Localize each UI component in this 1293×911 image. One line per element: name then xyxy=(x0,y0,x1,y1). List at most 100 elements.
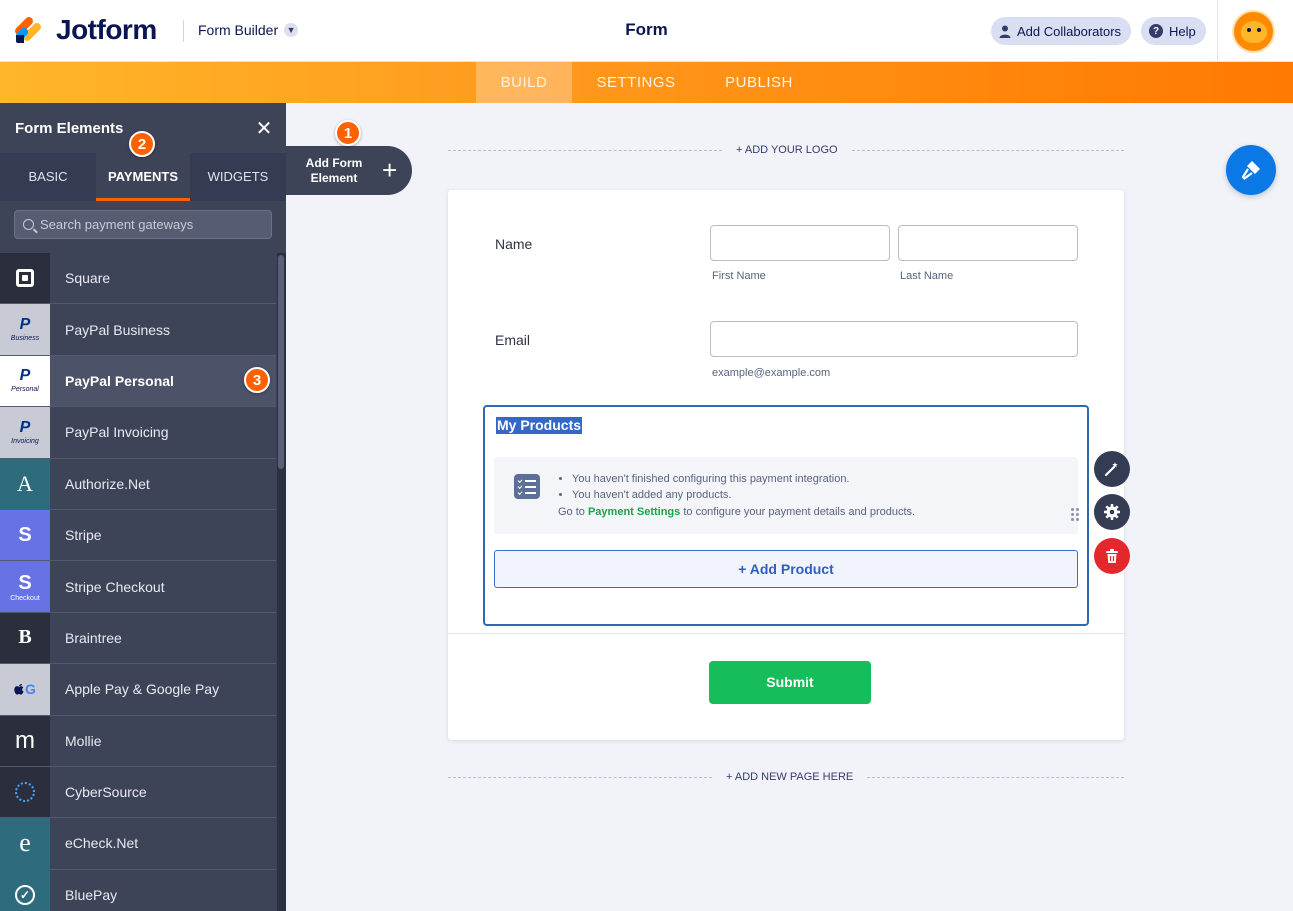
email-label: Email xyxy=(495,332,531,348)
delete-button[interactable] xyxy=(1094,538,1130,574)
avatar-cat-icon xyxy=(1240,20,1267,43)
gateway-label: Mollie xyxy=(65,732,102,749)
gateway-item-cybersource[interactable]: CyberSource xyxy=(0,766,276,819)
gateway-label: eCheck.Net xyxy=(65,835,139,852)
builder-tabbar: BUILD SETTINGS PUBLISH xyxy=(0,62,1293,103)
gateway-item-apple-google-pay[interactable]: G Apple Pay & Google Pay xyxy=(0,664,276,716)
search-input[interactable] xyxy=(40,217,260,232)
brand-name: Jotform xyxy=(56,14,157,45)
close-icon[interactable]: ✕ xyxy=(255,116,273,141)
mollie-icon: m xyxy=(0,715,50,766)
last-name-input[interactable] xyxy=(898,225,1078,261)
gateway-list: Square P Business PayPal Business P Person… xyxy=(0,253,276,911)
gateway-item-stripe-checkout[interactable]: S Checkout Stripe Checkout xyxy=(0,561,276,613)
tab-settings[interactable]: SETTINGS xyxy=(586,62,686,103)
gateway-item-echeck-net[interactable]: e eCheck.Net xyxy=(0,818,276,870)
authorize-net-icon: A xyxy=(0,458,50,509)
tab-build[interactable]: BUILD xyxy=(476,62,572,103)
add-product-button[interactable]: + Add Product xyxy=(494,550,1078,588)
email-sublabel: example@example.com xyxy=(712,367,831,379)
dashed-line xyxy=(867,776,1124,778)
dashed-line xyxy=(448,149,722,151)
products-field[interactable]: My Products You haven't finished configu… xyxy=(483,405,1089,626)
jotform-logo-icon xyxy=(13,15,44,45)
gateway-item-authorize-net[interactable]: A Authorize.Net xyxy=(0,458,276,510)
notice-item: You haven't finished configuring this pa… xyxy=(572,471,850,487)
wand-button[interactable] xyxy=(1094,451,1130,487)
payment-notice: You haven't finished configuring this pa… xyxy=(494,457,1078,534)
add-form-element-button[interactable]: Add Form Element + xyxy=(286,146,412,195)
paint-roller-icon xyxy=(1241,161,1260,180)
echeck-icon: e xyxy=(0,818,50,869)
first-name-input[interactable] xyxy=(710,225,890,261)
gateway-item-mollie[interactable]: m Mollie xyxy=(0,715,276,767)
dashed-line xyxy=(851,149,1124,151)
bluepay-icon: ✓ xyxy=(0,869,50,911)
add-page-link[interactable]: + ADD NEW PAGE HERE xyxy=(726,771,853,783)
email-field[interactable] xyxy=(710,321,1078,357)
trash-icon xyxy=(1106,549,1118,563)
paypal-icon: P Invoicing xyxy=(0,407,50,458)
help-label: Help xyxy=(1169,23,1196,39)
gateway-label: Stripe xyxy=(65,527,102,544)
add-page-row[interactable]: + ADD NEW PAGE HERE xyxy=(448,771,1124,783)
form-elements-panel: Form Elements ✕ BASIC PAYMENTS WIDGETS S… xyxy=(0,103,286,911)
help-button[interactable]: ? Help xyxy=(1141,17,1206,45)
submit-button[interactable]: Submit xyxy=(709,661,871,704)
drag-handle-icon[interactable] xyxy=(1071,508,1079,522)
jotform-logo[interactable]: Jotform xyxy=(13,14,157,46)
add-collaborators-button[interactable]: Add Collaborators xyxy=(991,17,1132,45)
gateway-label: Square xyxy=(65,270,111,287)
last-name-sublabel: Last Name xyxy=(900,270,954,282)
form-designer-button[interactable] xyxy=(1226,145,1276,195)
form-builder-dropdown[interactable]: Form Builder ▼ xyxy=(198,22,299,38)
gateway-item-bluepay[interactable]: ✓ BluePay xyxy=(0,869,276,911)
search-area xyxy=(0,201,286,253)
tab-widgets[interactable]: WIDGETS xyxy=(190,153,286,201)
gateway-item-paypal-business[interactable]: P Business PayPal Business xyxy=(0,304,276,356)
stripe-icon: S xyxy=(0,509,50,561)
gateway-label: Apple Pay & Google Pay xyxy=(65,681,220,698)
avatar[interactable] xyxy=(1232,10,1275,53)
gateway-item-braintree[interactable]: B Braintree xyxy=(0,612,276,665)
tab-basic[interactable]: BASIC xyxy=(0,153,96,201)
gateway-label: PayPal Invoicing xyxy=(65,424,169,441)
cybersource-icon xyxy=(0,766,50,818)
gateway-label: BluePay xyxy=(65,886,118,903)
plus-icon: + xyxy=(382,155,398,185)
apple-google-pay-icon: G xyxy=(0,664,50,715)
chevron-down-icon: ▼ xyxy=(284,23,299,37)
gateway-item-square[interactable]: Square xyxy=(0,253,276,305)
step-badge-3: 3 xyxy=(244,367,270,393)
notice-item: You haven't added any products. xyxy=(572,487,850,503)
gateway-item-paypal-invoicing[interactable]: P Invoicing PayPal Invoicing xyxy=(0,407,276,459)
gateway-label: PayPal Business xyxy=(65,321,171,338)
square-icon xyxy=(0,253,50,304)
add-logo-link[interactable]: + ADD YOUR LOGO xyxy=(736,144,838,156)
products-title[interactable]: My Products xyxy=(496,417,583,434)
card-divider xyxy=(448,633,1124,634)
form-builder-label: Form Builder xyxy=(198,22,279,38)
gateway-item-stripe[interactable]: S Stripe xyxy=(0,509,276,562)
name-label: Name xyxy=(495,236,533,252)
tab-payments[interactable]: PAYMENTS xyxy=(96,153,190,201)
gateway-item-paypal-personal[interactable]: P Personal PayPal Personal xyxy=(0,355,276,408)
add-logo-row[interactable]: + ADD YOUR LOGO xyxy=(448,144,1124,156)
search-icon xyxy=(23,219,34,230)
add-collaborators-label: Add Collaborators xyxy=(1017,23,1122,39)
gear-icon xyxy=(1104,504,1120,520)
braintree-icon: B xyxy=(0,612,50,664)
first-name-sublabel: First Name xyxy=(712,270,766,282)
notice-goto-text: Go to Payment Settings to configure your… xyxy=(558,506,916,518)
form-card: Name First Name Last Name Email example@… xyxy=(448,190,1124,740)
panel-scrollbar[interactable] xyxy=(277,253,286,911)
panel-title: Form Elements xyxy=(15,120,124,137)
gateway-label: CyberSource xyxy=(65,784,147,801)
settings-button[interactable] xyxy=(1094,494,1130,530)
tab-publish[interactable]: PUBLISH xyxy=(712,62,806,103)
magic-wand-icon xyxy=(1104,462,1118,477)
user-icon xyxy=(999,25,1011,38)
scrollbar-thumb[interactable] xyxy=(278,255,284,469)
add-form-element-label: Add Form Element xyxy=(305,155,363,185)
payment-settings-link[interactable]: Payment Settings xyxy=(588,506,680,518)
